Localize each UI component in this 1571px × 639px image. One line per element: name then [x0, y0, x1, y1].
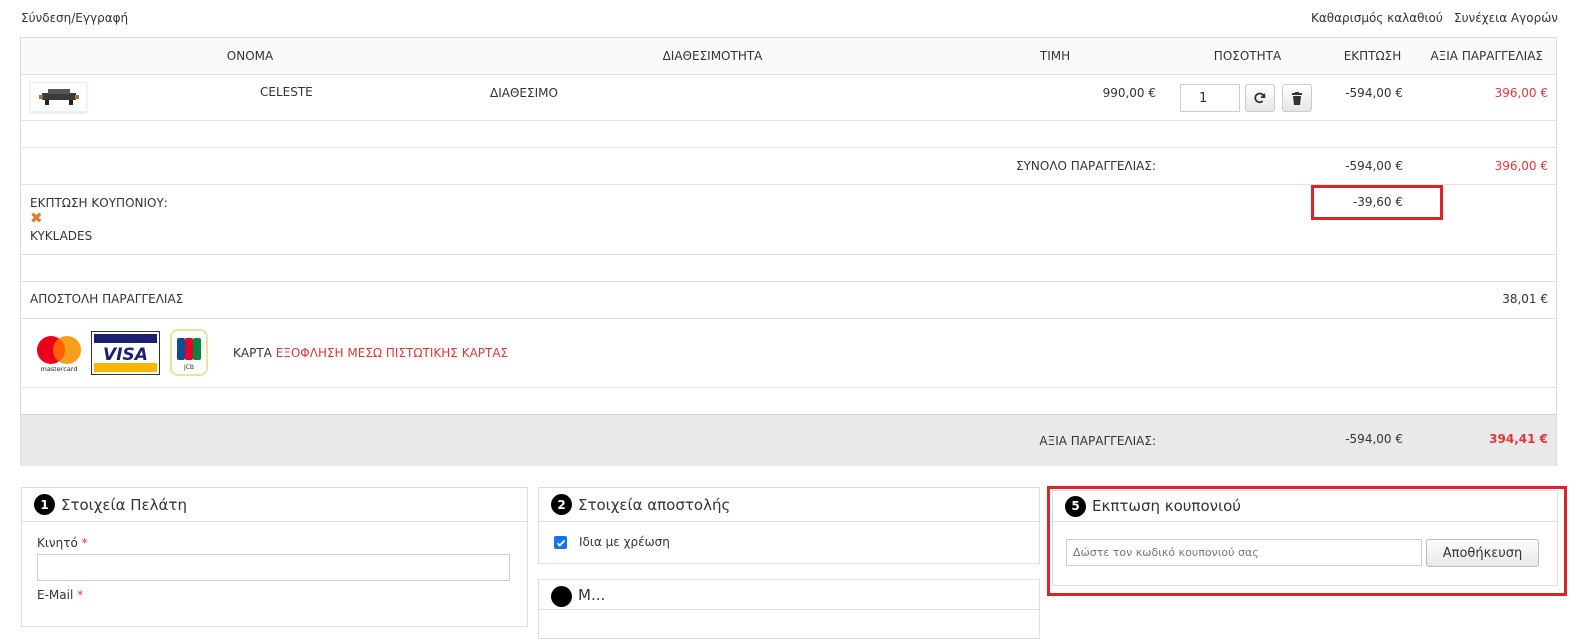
- product-name[interactable]: CELESTE: [260, 85, 313, 99]
- step-badge: 5: [1065, 495, 1086, 517]
- visa-logo: VISA: [91, 331, 160, 375]
- jcb-text: JCB: [183, 364, 194, 371]
- customer-details-title: Στοιχεία Πελάτη: [61, 495, 187, 514]
- payment-prefix: ΚΑΡΤΑ: [233, 346, 272, 360]
- mobile-label: Κινητό *: [37, 536, 88, 550]
- grand-total-discount: -594,00 €: [1345, 432, 1403, 446]
- product-value: 396,00 €: [1494, 86, 1548, 100]
- customer-details-panel: 1 Στοιχεία Πελάτη Κινητό * E-Mail *: [21, 487, 528, 627]
- next-section-header: Μ...: [539, 580, 1039, 610]
- step-badge: 2: [551, 494, 572, 515]
- email-label-text: E-Mail: [37, 588, 74, 602]
- payment-method-name: ΕΞΟΦΛΗΣΗ ΜΕΣΩ ΠΙΣΤΩΤΙΚΗΣ ΚΑΡΤΑΣ: [275, 346, 509, 360]
- mobile-label-text: Κινητό: [37, 536, 78, 550]
- header-name: ΟΝΟΜΑ: [226, 49, 274, 63]
- subtotal-discount: -594,00 €: [1345, 159, 1403, 173]
- coupon-discount-label: ΕΚΠΤΩΣΗ ΚΟΥΠΟΝΙΟΥ:: [30, 196, 168, 210]
- header-price: ΤΙΜΗ: [1039, 49, 1071, 63]
- step-badge: [551, 586, 572, 607]
- clear-cart-link[interactable]: Καθαρισμός καλαθιού: [1311, 11, 1443, 25]
- coupon-header: 5 Εκπτωση κουπονιού: [1053, 491, 1557, 522]
- header-availability: ΔΙΑΘΕΣΙΜΟΤΗΤΑ: [662, 49, 763, 63]
- continue-shopping-link[interactable]: Συνέχεια Αγορών: [1454, 11, 1558, 25]
- required-mark: *: [81, 536, 88, 550]
- visa-text: VISA: [103, 345, 148, 365]
- header-order-value: ΑΞΙΑ ΠΑΡΑΓΓΕΛΙΑΣ: [1430, 49, 1543, 63]
- product-discount: -594,00 €: [1345, 86, 1403, 100]
- checkmark-icon: [556, 539, 565, 547]
- same-as-billing-checkbox[interactable]: [554, 536, 567, 549]
- header-discount: ΕΚΠΤΩΣΗ: [1343, 49, 1402, 63]
- product-thumbnail[interactable]: [30, 82, 87, 112]
- cart-table: [20, 37, 1557, 466]
- next-section-panel: Μ...: [538, 579, 1040, 639]
- remove-coupon-icon[interactable]: ✖: [30, 211, 43, 226]
- next-section-title: Μ...: [578, 586, 606, 604]
- shipping-details-header: 2 Στοιχεία αποστολής: [539, 488, 1039, 522]
- shipping-details-panel: 2 Στοιχεία αποστολής Ιδια με χρέωση: [538, 487, 1040, 564]
- shipping-label: ΑΠΟΣΤΟΛΗ ΠΑΡΑΓΓΕΛΙΑΣ: [30, 292, 184, 306]
- login-register-link[interactable]: Σύνδεση/Εγγραφή: [21, 11, 128, 25]
- grand-total-label: ΑΞΙΑ ΠΑΡΑΓΓΕΛΙΑΣ:: [1039, 434, 1156, 448]
- save-coupon-button[interactable]: Αποθήκευση: [1426, 539, 1539, 567]
- coupon-code: KYKLADES: [30, 229, 93, 243]
- customer-details-header: 1 Στοιχεία Πελάτη: [22, 488, 527, 522]
- coupon-code-input[interactable]: [1066, 539, 1422, 566]
- shipping-details-title: Στοιχεία αποστολής: [578, 495, 731, 514]
- required-mark: *: [77, 588, 84, 602]
- payment-method: ΚΑΡΤΑ ΕΞΟΦΛΗΣΗ ΜΕΣΩ ΠΙΣΤΩΤΙΚΗΣ ΚΑΡΤΑΣ: [233, 346, 508, 360]
- coupon-amount: -39,60 €: [1352, 195, 1403, 209]
- refresh-icon: [1254, 92, 1266, 104]
- coupon-title: Εκπτωση κουπονιού: [1092, 497, 1241, 515]
- jcb-logo: JCB: [170, 329, 208, 376]
- email-label: E-Mail *: [37, 588, 83, 602]
- mobile-input[interactable]: [37, 554, 510, 581]
- shipping-value: 38,01 €: [1502, 292, 1548, 306]
- same-as-billing-label[interactable]: Ιδια με χρέωση: [579, 535, 670, 549]
- subtotal-value: 396,00 €: [1494, 159, 1548, 173]
- update-quantity-button[interactable]: [1245, 84, 1275, 112]
- mastercard-text: mastercard: [40, 365, 77, 373]
- product-availability: ΔΙΑΘΕΣΙΜΟ: [490, 86, 558, 100]
- product-price: 990,00 €: [1102, 86, 1156, 100]
- step-badge: 1: [34, 494, 55, 515]
- trash-icon: [1292, 91, 1302, 105]
- mastercard-logo: mastercard: [32, 330, 86, 374]
- quantity-input[interactable]: [1180, 84, 1240, 112]
- remove-item-button[interactable]: [1282, 84, 1312, 112]
- coupon-panel: 5 Εκπτωση κουπονιού Αποθήκευση: [1052, 490, 1558, 586]
- header-quantity: ΠΟΣΟΤΗΤΑ: [1213, 49, 1282, 63]
- subtotal-label: ΣΥΝΟΛΟ ΠΑΡΑΓΓΕΛΙΑΣ:: [1015, 159, 1156, 173]
- grand-total-value: 394,41 €: [1489, 432, 1548, 446]
